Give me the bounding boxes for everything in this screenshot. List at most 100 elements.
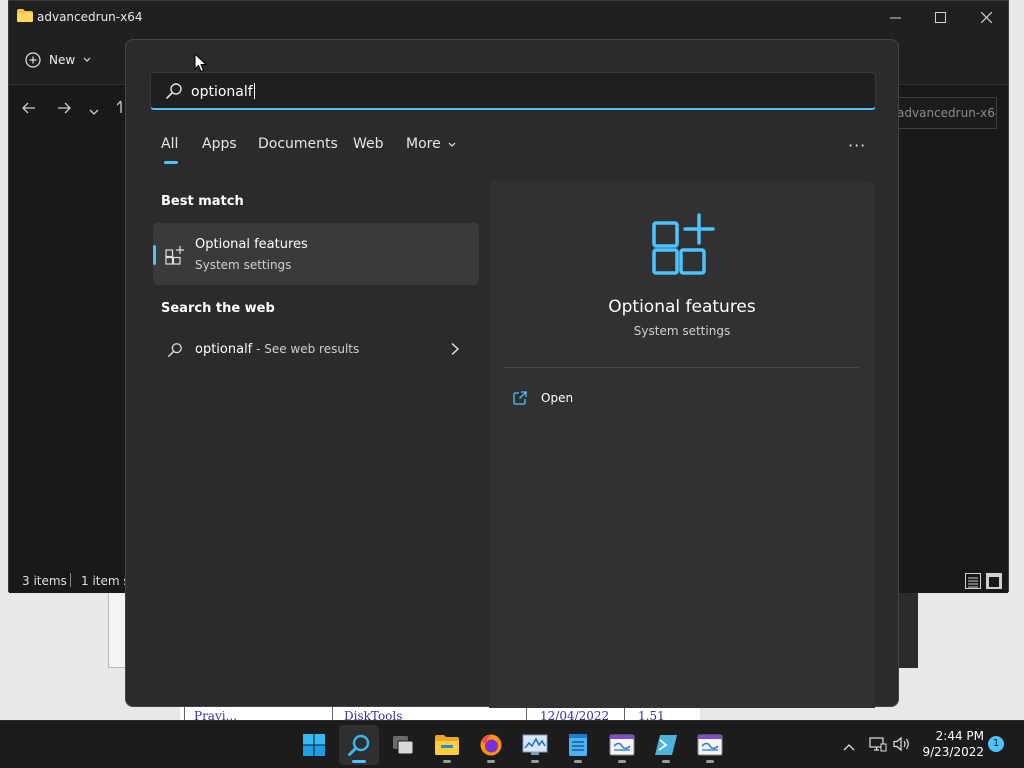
best-match-subtitle: System settings [195, 258, 292, 272]
taskbar-file-explorer[interactable] [427, 725, 467, 765]
running-indicator [706, 760, 714, 763]
plus-circle-icon [25, 52, 41, 68]
running-indicator [662, 760, 670, 763]
firefox-icon [480, 734, 502, 756]
explorer-title: advancedrun-x64 [37, 10, 143, 24]
explorer-titlebar[interactable]: advancedrun-x64 [9, 1, 1008, 33]
search-flyout: optionalf All Apps Documents Web More ··… [125, 39, 899, 708]
chevron-down-icon [83, 57, 91, 62]
windows-logo-icon [303, 734, 325, 756]
preview-title: Optional features [608, 297, 756, 317]
maximize-button[interactable] [917, 1, 963, 33]
search-icon [166, 83, 182, 99]
start-button[interactable] [294, 725, 334, 765]
status-divider [70, 573, 71, 587]
mouse-pointer-icon [194, 53, 208, 73]
taskbar-resource-monitor[interactable] [515, 725, 555, 765]
running-indicator [443, 760, 451, 763]
running-indicator [618, 760, 626, 763]
taskbar-powershell[interactable] [646, 725, 686, 765]
taskbar-search-button[interactable] [339, 725, 379, 765]
search-web-heading: Search the web [161, 301, 275, 316]
tab-more-label: More [406, 136, 441, 152]
tab-apps[interactable]: Apps [202, 136, 237, 152]
up-button[interactable] [116, 100, 125, 118]
active-indicator [352, 760, 366, 763]
selection-accent [153, 245, 156, 265]
more-options-button[interactable]: ··· [848, 136, 866, 155]
chevron-up-icon [843, 744, 855, 751]
minimize-button[interactable] [872, 1, 918, 33]
result-preview-pane: Optional features System settings Open [489, 181, 875, 708]
resource-monitor-icon [522, 734, 548, 755]
maximize-icon [934, 11, 946, 23]
web-query-text: optionalf [195, 342, 253, 357]
optional-features-icon [652, 213, 715, 275]
chevron-down-icon [89, 109, 99, 115]
taskbar-notepad[interactable] [558, 725, 598, 765]
large-icons-view-button[interactable] [986, 573, 1002, 589]
background-document-edge [898, 590, 918, 668]
preview-divider [505, 367, 859, 368]
open-external-icon [513, 391, 527, 405]
arrow-left-icon [22, 102, 35, 114]
clock-time[interactable]: 2:44 PM [918, 729, 984, 743]
new-button[interactable]: New [25, 49, 91, 71]
back-button[interactable] [22, 100, 36, 118]
close-icon [980, 11, 992, 23]
explorer-search-input[interactable]: Search advancedrun-x64 [897, 97, 997, 129]
search-icon [168, 343, 182, 357]
tab-documents[interactable]: Documents [258, 136, 338, 152]
powershell-icon [655, 735, 677, 755]
show-hidden-icons-button[interactable] [843, 739, 855, 755]
search-icon [348, 734, 370, 756]
network-button[interactable] [869, 736, 887, 756]
details-view-icon [968, 577, 978, 588]
details-view-button[interactable] [965, 573, 981, 589]
network-icon [869, 737, 887, 752]
task-view-button[interactable] [383, 725, 423, 765]
forward-button[interactable] [57, 100, 71, 118]
notification-badge[interactable]: 1 [988, 736, 1004, 752]
web-search-result[interactable]: optionalf - See web results [153, 332, 479, 368]
remote-desktop-icon [609, 734, 635, 756]
optional-features-icon [165, 246, 184, 265]
chevron-right-icon [451, 342, 460, 356]
taskbar-remote-desktop-2[interactable] [690, 725, 730, 765]
web-search-label: optionalf - See web results [195, 342, 359, 357]
large-icons-view-icon [989, 577, 999, 587]
tab-all[interactable]: All [161, 136, 178, 152]
file-explorer-icon [435, 735, 459, 755]
recent-locations-button[interactable] [89, 102, 99, 120]
minimize-icon [889, 17, 901, 18]
taskbar-firefox[interactable] [471, 725, 511, 765]
clock-date[interactable]: 9/23/2022 [918, 745, 984, 759]
search-query-text: optionalf [191, 83, 255, 100]
speaker-icon [893, 736, 909, 752]
search-input[interactable]: optionalf [150, 72, 876, 110]
explorer-search-placeholder: Search advancedrun-x64 [897, 106, 997, 120]
chevron-down-icon [448, 142, 456, 147]
best-match-title: Optional features [195, 237, 308, 252]
best-match-result[interactable]: Optional features System settings [153, 223, 479, 285]
close-button[interactable] [963, 1, 1009, 33]
open-action[interactable]: Open [513, 387, 573, 409]
volume-button[interactable] [893, 736, 911, 756]
tab-more[interactable]: More [406, 136, 456, 152]
running-indicator [487, 760, 495, 763]
tab-selected-indicator [164, 161, 178, 164]
best-match-heading: Best match [161, 194, 244, 209]
new-button-label: New [49, 53, 76, 67]
arrow-up-icon [116, 100, 122, 113]
web-query-suffix: - See web results [252, 342, 360, 356]
arrow-right-icon [58, 102, 71, 114]
taskbar-remote-desktop[interactable] [602, 725, 642, 765]
status-item-count: 3 items [22, 574, 67, 588]
tab-web[interactable]: Web [353, 136, 384, 152]
folder-icon [17, 9, 33, 22]
remote-desktop-icon [697, 734, 723, 756]
open-action-label: Open [541, 391, 574, 405]
task-view-icon [393, 736, 414, 755]
running-indicator [531, 760, 539, 763]
running-indicator [574, 760, 582, 763]
